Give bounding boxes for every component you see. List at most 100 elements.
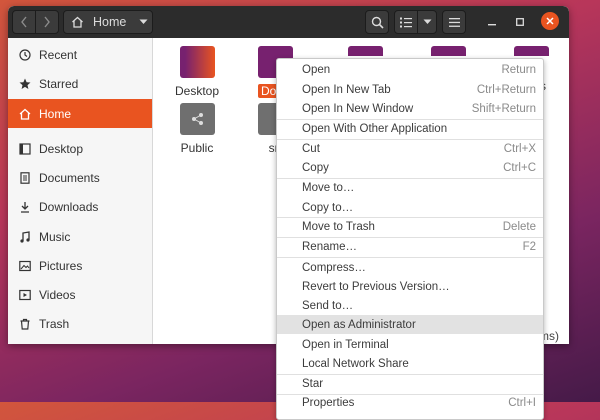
menu-item-open-in-terminal[interactable]: Open in Terminal: [277, 335, 543, 354]
folder-icon: [431, 46, 466, 56]
menu-item-label: Copy to…: [302, 201, 354, 214]
menu-item-label: Star: [302, 377, 324, 390]
sidebar-item-downloads[interactable]: Downloads: [8, 192, 152, 221]
share-folder-icon: [179, 103, 215, 135]
menu-item-local-network-share[interactable]: Local Network Share: [277, 354, 543, 373]
sidebar-item-label: Pictures: [39, 258, 83, 273]
menu-item-rename[interactable]: Rename… F2: [277, 237, 543, 256]
sidebar-item-starred[interactable]: Starred: [8, 69, 152, 98]
menu-item-label: Revert to Previous Version…: [302, 280, 450, 293]
sidebar-item-label: Videos: [39, 287, 76, 302]
view-options-button[interactable]: [417, 10, 437, 34]
menu-item-shortcut: F2: [522, 240, 536, 253]
search-button[interactable]: [365, 10, 389, 34]
sidebar-item-pictures[interactable]: Pictures: [8, 251, 152, 280]
sidebar: Recent Starred Home Desktop Documents Do…: [8, 38, 153, 344]
music-icon: [19, 230, 31, 243]
document-icon: [19, 171, 31, 184]
menu-item-shortcut: Ctrl+Return: [476, 83, 536, 96]
sidebar-item-home[interactable]: Home: [8, 99, 152, 128]
menu-item-label: Open as Administrator: [302, 318, 416, 331]
menu-item-open[interactable]: Open Return: [277, 60, 543, 79]
location-button[interactable]: Home: [63, 10, 153, 34]
forward-button[interactable]: [35, 10, 59, 34]
menu-item-properties[interactable]: Properties Ctrl+I: [277, 393, 543, 412]
menu-item-label: Copy: [302, 161, 329, 174]
menu-item-compress[interactable]: Compress…: [277, 258, 543, 277]
menu-item-open-new-tab[interactable]: Open In New Tab Ctrl+Return: [277, 80, 543, 99]
file-label: Desktop: [174, 84, 220, 98]
menu-item-label: Rename…: [302, 240, 357, 253]
close-icon: [546, 17, 554, 25]
minimize-button[interactable]: [482, 10, 502, 34]
home-icon: [72, 16, 83, 28]
home-icon: [19, 108, 31, 120]
sidebar-item-label: Desktop: [39, 141, 84, 156]
sidebar-item-label: Recent: [39, 47, 78, 62]
view-list-button[interactable]: [394, 10, 418, 34]
close-button[interactable]: [541, 12, 559, 30]
desktop-folder-icon: [179, 46, 215, 78]
minimize-icon: [488, 24, 496, 26]
menu-item-move-to-trash[interactable]: Move to Trash Delete: [277, 217, 543, 236]
folder-icon: [348, 46, 383, 56]
menu-item-send-to[interactable]: Send to…: [277, 296, 543, 315]
caret-down-icon: [139, 19, 148, 24]
clock-icon: [19, 48, 31, 61]
menu-item-shortcut: Ctrl+X: [503, 142, 536, 155]
menu-item-label: Open In New Window: [302, 102, 414, 115]
menu-item-revert-previous-version[interactable]: Revert to Previous Version…: [277, 277, 543, 296]
menu-item-shortcut: Delete: [502, 220, 536, 233]
menu-item-shortcut: Ctrl+C: [503, 161, 536, 174]
maximize-button[interactable]: [510, 10, 530, 34]
star-icon: [19, 78, 31, 90]
maximize-icon: [516, 18, 524, 26]
menu-item-shortcut: Shift+Return: [471, 102, 536, 115]
caret-down-icon: [423, 19, 431, 24]
menu-button[interactable]: [442, 10, 466, 34]
menu-item-label: Open in Terminal: [302, 338, 389, 351]
menu-item-label: Open With Other Application: [302, 122, 448, 135]
sidebar-item-videos[interactable]: Videos: [8, 280, 152, 309]
folder-icon: [514, 46, 549, 56]
sidebar-item-desktop[interactable]: Desktop: [8, 134, 152, 163]
desktop-icon: [19, 142, 31, 155]
menu-item-shortcut: Return: [501, 63, 536, 76]
menu-item-copy-to[interactable]: Copy to…: [277, 198, 543, 217]
menu-item-star[interactable]: Star: [277, 374, 543, 393]
file-item-desktop[interactable]: Desktop: [167, 46, 227, 98]
menu-item-shortcut: Ctrl+I: [508, 396, 536, 409]
menu-item-label: Move to Trash: [302, 220, 375, 233]
menu-item-label: Open: [302, 63, 331, 76]
menu-item-open-as-administrator[interactable]: Open as Administrator: [277, 315, 543, 334]
menu-item-label: Move to…: [302, 181, 355, 194]
sidebar-item-documents[interactable]: Documents: [8, 163, 152, 192]
list-view-icon: [400, 17, 412, 27]
sidebar-item-trash[interactable]: Trash: [8, 309, 152, 338]
menu-item-label: Send to…: [302, 299, 354, 312]
search-icon: [371, 16, 384, 29]
menu-item-label: Local Network Share: [302, 357, 409, 370]
sidebar-item-label: Music: [39, 229, 71, 244]
file-item-public[interactable]: Public: [167, 103, 227, 155]
menu-item-open-with-other-application[interactable]: Open With Other Application: [277, 119, 543, 138]
sidebar-item-music[interactable]: Music: [8, 222, 152, 251]
chevron-left-icon: [21, 16, 27, 28]
trash-icon: [19, 318, 31, 330]
video-icon: [19, 289, 31, 301]
menu-item-copy[interactable]: Copy Ctrl+C: [277, 158, 543, 177]
sidebar-item-label: Documents: [39, 170, 100, 185]
menu-item-cut[interactable]: Cut Ctrl+X: [277, 139, 543, 158]
sidebar-item-label: Trash: [39, 316, 70, 331]
menu-item-label: Properties: [302, 396, 355, 409]
menu-item-label: Cut: [302, 142, 320, 155]
menu-item-label: Open In New Tab: [302, 83, 391, 96]
menu-item-label: Compress…: [302, 261, 366, 274]
location-label: Home: [93, 15, 127, 29]
sidebar-item-recent[interactable]: Recent: [8, 40, 152, 69]
menu-item-open-new-window[interactable]: Open In New Window Shift+Return: [277, 99, 543, 118]
back-button[interactable]: [12, 10, 36, 34]
menu-item-move-to[interactable]: Move to…: [277, 178, 543, 197]
sidebar-item-label: Home: [39, 106, 72, 121]
sidebar-item-label: Starred: [39, 76, 79, 91]
